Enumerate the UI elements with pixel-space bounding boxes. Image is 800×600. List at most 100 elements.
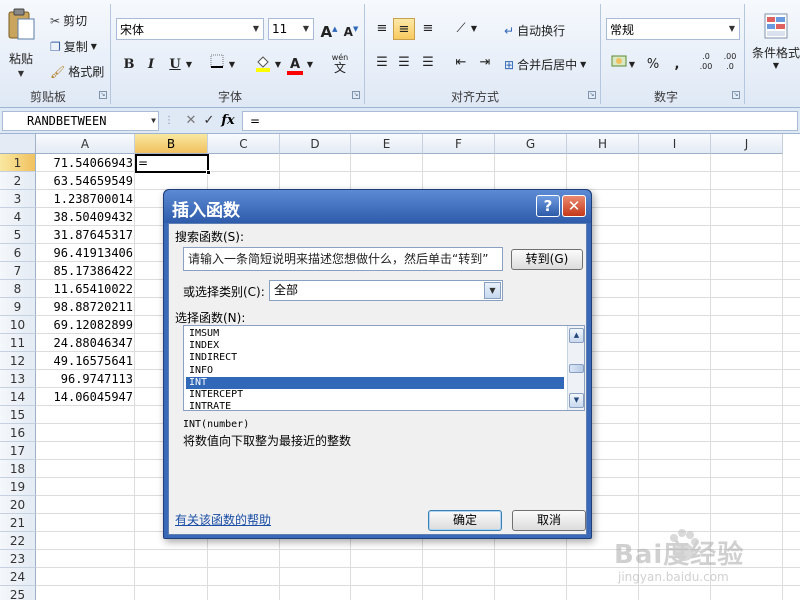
chevron-down-icon[interactable]: ▼ <box>151 112 156 130</box>
increase-decimal-button[interactable]: .0 .00 <box>696 52 716 74</box>
align-right-button[interactable]: ☰ <box>417 52 439 74</box>
column-header-e[interactable]: E <box>351 134 423 154</box>
formula-bar-grip-icon[interactable]: ⋮ <box>163 112 175 130</box>
column-header-h[interactable]: H <box>567 134 639 154</box>
function-item-intrate[interactable]: INTRATE <box>186 401 564 410</box>
font-color-dropdown-icon[interactable]: ▼ <box>304 54 316 76</box>
row-header-19[interactable]: 19 <box>0 478 36 496</box>
border-dropdown-icon[interactable]: ▼ <box>226 54 238 76</box>
underline-dropdown-icon[interactable]: ▼ <box>183 54 195 76</box>
column-header-a[interactable]: A <box>36 134 135 154</box>
row-header-9[interactable]: 9 <box>0 298 36 316</box>
row-header-5[interactable]: 5 <box>0 226 36 244</box>
number-launcher-icon[interactable]: ↘ <box>732 91 740 99</box>
shrink-font-button[interactable]: A▼ <box>340 18 362 40</box>
category-select[interactable]: 全部 ▼ <box>269 280 503 301</box>
fill-color-button[interactable] <box>252 54 274 76</box>
column-header-i[interactable]: I <box>639 134 711 154</box>
cell-a2[interactable]: 63.54659549 <box>37 172 134 190</box>
function-item-indirect[interactable]: INDIRECT <box>186 352 564 364</box>
column-header-g[interactable]: G <box>495 134 567 154</box>
grow-font-button[interactable]: A▲ <box>318 18 340 41</box>
cell-a7[interactable]: 85.17386422 <box>37 262 134 280</box>
align-left-button[interactable]: ☰ <box>371 52 393 74</box>
row-header-2[interactable]: 2 <box>0 172 36 190</box>
row-header-22[interactable]: 22 <box>0 532 36 550</box>
cancel-button[interactable]: 取消 <box>512 510 586 531</box>
paste-button[interactable]: 粘贴 ▼ <box>6 8 36 78</box>
function-item-index[interactable]: INDEX <box>186 340 564 352</box>
font-color-button[interactable]: A <box>284 54 306 76</box>
name-box[interactable]: RANDBETWEEN ▼ <box>2 111 159 131</box>
cut-button[interactable]: ✂ 剪切 <box>50 12 87 29</box>
row-header-11[interactable]: 11 <box>0 334 36 352</box>
merge-dropdown-icon[interactable]: ▼ <box>580 60 586 69</box>
phonetic-button[interactable]: wén 文 <box>328 52 352 74</box>
italic-button[interactable]: I <box>140 54 162 76</box>
decrease-indent-button[interactable]: ⇤ <box>450 52 472 74</box>
scroll-thumb[interactable] <box>569 364 584 373</box>
column-header-c[interactable]: C <box>208 134 280 154</box>
copy-dropdown-icon[interactable]: ▼ <box>91 42 97 51</box>
function-item-intercept[interactable]: INTERCEPT <box>186 389 564 401</box>
fill-color-dropdown-icon[interactable]: ▼ <box>272 54 284 76</box>
row-header-16[interactable]: 16 <box>0 424 36 442</box>
format-painter-button[interactable]: 🖌 格式刷 <box>50 63 104 80</box>
wrap-text-button[interactable]: ↵ 自动换行 <box>504 22 565 39</box>
insert-function-icon[interactable]: fx <box>218 112 238 130</box>
clipboard-launcher-icon[interactable]: ↘ <box>99 91 107 99</box>
cancel-entry-icon[interactable]: ✕ <box>182 112 200 130</box>
cell-a9[interactable]: 98.88720211 <box>37 298 134 316</box>
ok-button[interactable]: 确定 <box>428 510 502 531</box>
row-header-24[interactable]: 24 <box>0 568 36 586</box>
font-launcher-icon[interactable]: ↘ <box>352 91 360 99</box>
align-top-button[interactable]: ≡ <box>371 18 393 40</box>
row-header-6[interactable]: 6 <box>0 244 36 262</box>
conditional-format-button[interactable]: 条件格式 ▼ <box>752 12 800 70</box>
column-header-d[interactable]: D <box>280 134 351 154</box>
cell-a8[interactable]: 11.65410022 <box>37 280 134 298</box>
cell-a13[interactable]: 96.9747113 <box>37 370 134 388</box>
fill-handle[interactable] <box>206 170 211 175</box>
font-name-select[interactable]: 宋体 ▼ <box>116 18 264 40</box>
chevron-down-icon[interactable]: ▼ <box>484 282 501 299</box>
formula-input[interactable]: = <box>242 111 798 131</box>
cell-a14[interactable]: 14.06045947 <box>37 388 134 406</box>
function-help-link[interactable]: 有关该函数的帮助 <box>175 511 271 528</box>
column-header-f[interactable]: F <box>423 134 495 154</box>
close-button[interactable]: ✕ <box>562 195 586 217</box>
row-header-12[interactable]: 12 <box>0 352 36 370</box>
function-listbox[interactable]: IMSUM INDEX INDIRECT INFO INT INTERCEPT INTRAT… <box>183 325 585 411</box>
percent-button[interactable]: % <box>642 54 664 76</box>
go-button[interactable]: 转到(G) <box>511 249 583 270</box>
row-header-13[interactable]: 13 <box>0 370 36 388</box>
function-item-int[interactable]: INT <box>186 376 564 389</box>
comma-button[interactable]: , <box>666 54 688 76</box>
column-header-b[interactable]: B <box>135 134 208 154</box>
function-item-imsum[interactable]: IMSUM <box>186 328 564 340</box>
cell-a6[interactable]: 96.41913406 <box>37 244 134 262</box>
enter-entry-icon[interactable]: ✓ <box>200 112 218 130</box>
alignment-launcher-icon[interactable]: ↘ <box>588 91 596 99</box>
select-all-corner[interactable] <box>0 134 36 154</box>
orientation-dropdown-icon[interactable]: ▼ <box>468 18 480 40</box>
row-header-18[interactable]: 18 <box>0 460 36 478</box>
search-function-input[interactable]: 请输入一条简短说明来描述您想做什么，然后单击“转到” <box>183 247 503 271</box>
row-header-15[interactable]: 15 <box>0 406 36 424</box>
row-header-8[interactable]: 8 <box>0 280 36 298</box>
row-header-10[interactable]: 10 <box>0 316 36 334</box>
row-header-1[interactable]: 1 <box>0 154 36 172</box>
cell-a11[interactable]: 24.88046347 <box>37 334 134 352</box>
conditional-format-dropdown-icon[interactable]: ▼ <box>773 61 779 70</box>
row-header-21[interactable]: 21 <box>0 514 36 532</box>
row-header-4[interactable]: 4 <box>0 208 36 226</box>
row-header-17[interactable]: 17 <box>0 442 36 460</box>
border-button[interactable] <box>206 54 228 76</box>
row-header-23[interactable]: 23 <box>0 550 36 568</box>
paste-dropdown-icon[interactable]: ▼ <box>18 69 24 78</box>
row-header-14[interactable]: 14 <box>0 388 36 406</box>
cell-a1[interactable]: 71.54066943 <box>37 154 134 172</box>
font-size-select[interactable]: 11 ▼ <box>268 18 314 40</box>
row-header-7[interactable]: 7 <box>0 262 36 280</box>
align-middle-button[interactable]: ≡ <box>393 18 415 40</box>
